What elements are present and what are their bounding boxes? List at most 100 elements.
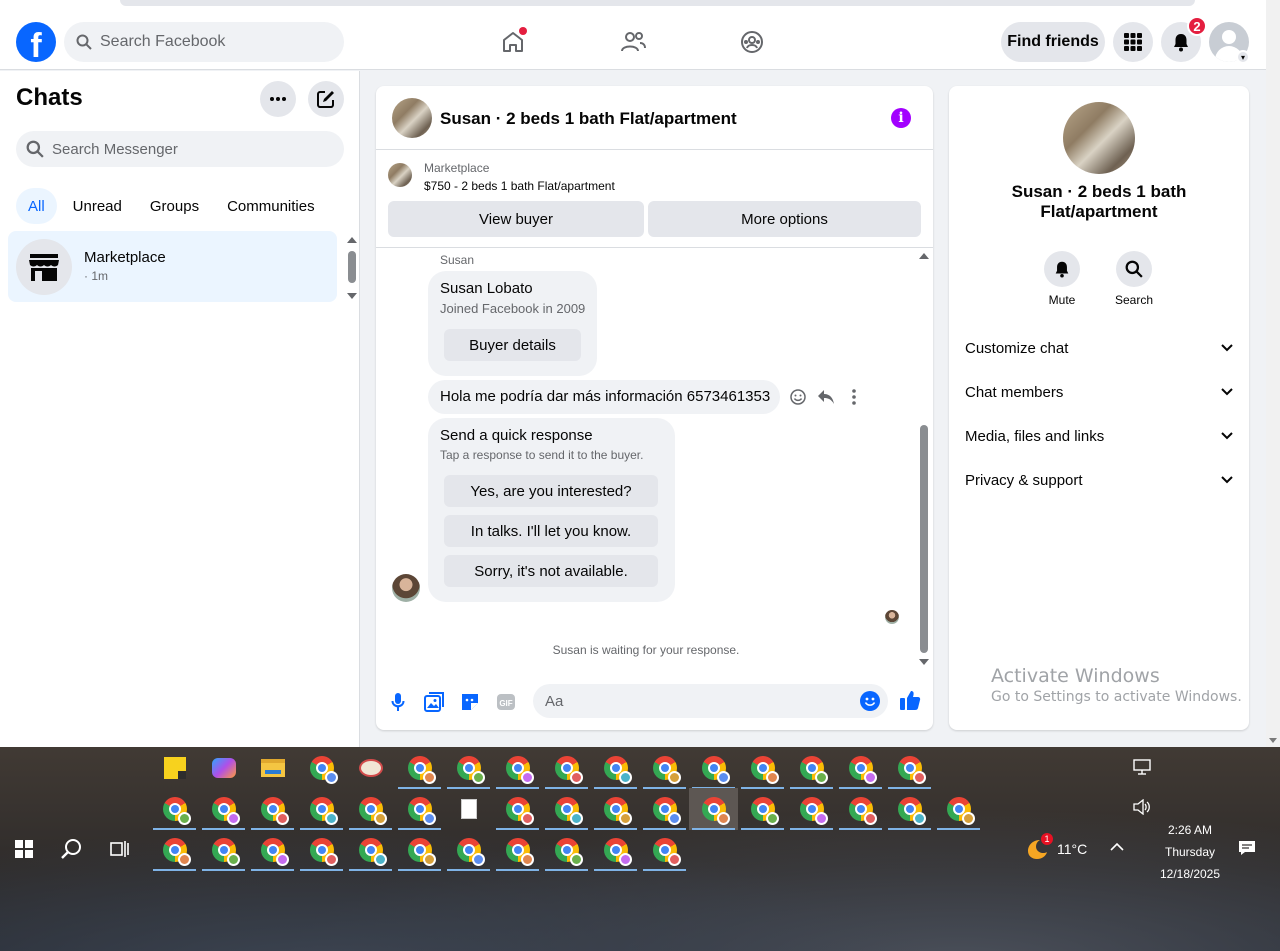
- listing-summary[interactable]: $750 - 2 beds 1 bath Flat/apartment: [424, 179, 615, 193]
- page-scrollbar[interactable]: [1266, 0, 1280, 747]
- chrome-taskbar-icon[interactable]: [787, 788, 836, 830]
- chrome-taskbar-icon[interactable]: [444, 747, 493, 789]
- chrome-taskbar-icon[interactable]: [689, 747, 738, 789]
- buyer-details-button[interactable]: Buyer details: [444, 329, 581, 361]
- network-icon[interactable]: [1133, 759, 1151, 780]
- chrome-taskbar-icon[interactable]: [738, 747, 787, 789]
- filter-all[interactable]: All: [16, 188, 57, 224]
- weather-widget[interactable]: 1 11°C: [1025, 833, 1087, 861]
- chrome-taskbar-icon[interactable]: [542, 747, 591, 789]
- groups-tab[interactable]: [732, 22, 772, 62]
- sticky-notes-icon[interactable]: [150, 747, 199, 789]
- gif-icon[interactable]: GIF: [494, 690, 518, 714]
- sender-avatar[interactable]: [392, 574, 420, 602]
- chrome-taskbar-icon[interactable]: [836, 788, 885, 830]
- media-files-links-section[interactable]: Media, files and links: [957, 414, 1241, 458]
- customize-chat-section[interactable]: Customize chat: [957, 326, 1241, 370]
- chrome-taskbar-icon[interactable]: [395, 788, 444, 830]
- filter-unread[interactable]: Unread: [61, 188, 134, 224]
- message-input[interactable]: Aa: [533, 684, 888, 718]
- quick-response-option[interactable]: Sorry, it's not available.: [444, 555, 658, 587]
- menu-button[interactable]: [1113, 22, 1153, 62]
- chrome-taskbar-icon[interactable]: [248, 788, 297, 830]
- emoji-icon[interactable]: [860, 691, 880, 711]
- listing-large-avatar[interactable]: [1063, 102, 1135, 174]
- quick-response-option[interactable]: In talks. I'll let you know.: [444, 515, 658, 547]
- chrome-taskbar-icon[interactable]: [640, 788, 689, 830]
- chrome-taskbar-icon[interactable]: [885, 747, 934, 789]
- photo-icon[interactable]: [422, 690, 446, 714]
- chrome-taskbar-icon[interactable]: [689, 788, 738, 830]
- microphone-icon[interactable]: [386, 690, 410, 714]
- chrome-taskbar-icon[interactable]: [150, 829, 199, 871]
- copilot-icon[interactable]: [199, 747, 248, 789]
- chat-members-section[interactable]: Chat members: [957, 370, 1241, 414]
- search-facebook-input[interactable]: Search Facebook: [64, 22, 344, 62]
- chrome-taskbar-icon[interactable]: [346, 788, 395, 830]
- chrome-taskbar-icon[interactable]: [787, 747, 836, 789]
- chrome-taskbar-icon[interactable]: [150, 788, 199, 830]
- paint-icon[interactable]: [346, 747, 395, 789]
- chrome-taskbar-icon[interactable]: [297, 747, 346, 789]
- chrome-taskbar-icon[interactable]: [297, 829, 346, 871]
- volume-icon[interactable]: [1133, 798, 1151, 820]
- chrome-taskbar-icon[interactable]: [444, 829, 493, 871]
- chrome-taskbar-icon[interactable]: [395, 747, 444, 789]
- friends-tab[interactable]: [613, 22, 653, 62]
- mute-action[interactable]: Mute: [1032, 251, 1092, 307]
- chrome-taskbar-icon[interactable]: [542, 788, 591, 830]
- find-friends-button[interactable]: Find friends: [1001, 22, 1105, 62]
- like-thumbs-up-icon[interactable]: [898, 688, 922, 712]
- chrome-taskbar-icon[interactable]: [297, 788, 346, 830]
- show-hidden-icons-chevron-up-icon[interactable]: [1110, 839, 1124, 857]
- chat-options-button[interactable]: [260, 81, 296, 117]
- privacy-support-section[interactable]: Privacy & support: [957, 458, 1241, 502]
- chrome-taskbar-icon[interactable]: [934, 788, 983, 830]
- chrome-taskbar-icon[interactable]: [493, 788, 542, 830]
- chrome-taskbar-icon[interactable]: [885, 788, 934, 830]
- windows-start-icon[interactable]: [6, 828, 42, 870]
- conversation-title[interactable]: Susan · 2 beds 1 bath Flat/apartment: [440, 109, 737, 129]
- home-tab[interactable]: [493, 22, 533, 62]
- more-options-button[interactable]: More options: [648, 201, 921, 237]
- chrome-taskbar-icon[interactable]: [395, 829, 444, 871]
- reply-icon[interactable]: [814, 385, 838, 409]
- chrome-taskbar-icon[interactable]: [199, 829, 248, 871]
- chrome-taskbar-icon[interactable]: [640, 747, 689, 789]
- view-buyer-button[interactable]: View buyer: [388, 201, 644, 237]
- chrome-taskbar-icon[interactable]: [493, 747, 542, 789]
- chrome-taskbar-icon[interactable]: [738, 788, 787, 830]
- action-center-icon[interactable]: [1238, 840, 1256, 861]
- filter-groups[interactable]: Groups: [138, 188, 211, 224]
- quick-response-option[interactable]: Yes, are you interested?: [444, 475, 658, 507]
- chrome-taskbar-icon[interactable]: [640, 829, 689, 871]
- task-view-icon[interactable]: [102, 828, 138, 870]
- chat-item-marketplace[interactable]: Marketplace · 1m: [8, 231, 337, 302]
- taskbar-search-icon[interactable]: [54, 828, 90, 870]
- search-messenger-input[interactable]: Search Messenger: [16, 131, 344, 167]
- file-explorer-icon[interactable]: [248, 747, 297, 789]
- chrome-taskbar-icon[interactable]: [591, 788, 640, 830]
- message-bubble[interactable]: Hola me podría dar más información 65734…: [428, 380, 780, 414]
- info-icon[interactable]: i: [891, 108, 911, 128]
- chrome-taskbar-icon[interactable]: [542, 829, 591, 871]
- sticker-icon[interactable]: [458, 690, 482, 714]
- chrome-taskbar-icon[interactable]: [199, 788, 248, 830]
- chrome-taskbar-icon[interactable]: [591, 747, 640, 789]
- clock[interactable]: 2:26 AM Thursday 12/18/2025: [1150, 819, 1230, 885]
- chrome-taskbar-icon[interactable]: [591, 829, 640, 871]
- chrome-taskbar-icon[interactable]: [346, 829, 395, 871]
- chrome-taskbar-icon[interactable]: [836, 747, 885, 789]
- more-vertical-icon[interactable]: [842, 385, 866, 409]
- react-emoji-icon[interactable]: [786, 385, 810, 409]
- chrome-taskbar-icon[interactable]: [248, 829, 297, 871]
- notifications-button[interactable]: 2: [1161, 16, 1207, 62]
- new-message-button[interactable]: [308, 81, 344, 117]
- listing-avatar[interactable]: [392, 98, 432, 138]
- chrome-taskbar-icon[interactable]: [493, 829, 542, 871]
- chat-list-scrollbar[interactable]: [345, 237, 359, 299]
- filter-communities[interactable]: Communities: [215, 188, 327, 224]
- facebook-logo[interactable]: f: [16, 22, 56, 62]
- chevron-down-icon[interactable]: ▾: [1236, 50, 1250, 64]
- file-icon[interactable]: [444, 788, 493, 830]
